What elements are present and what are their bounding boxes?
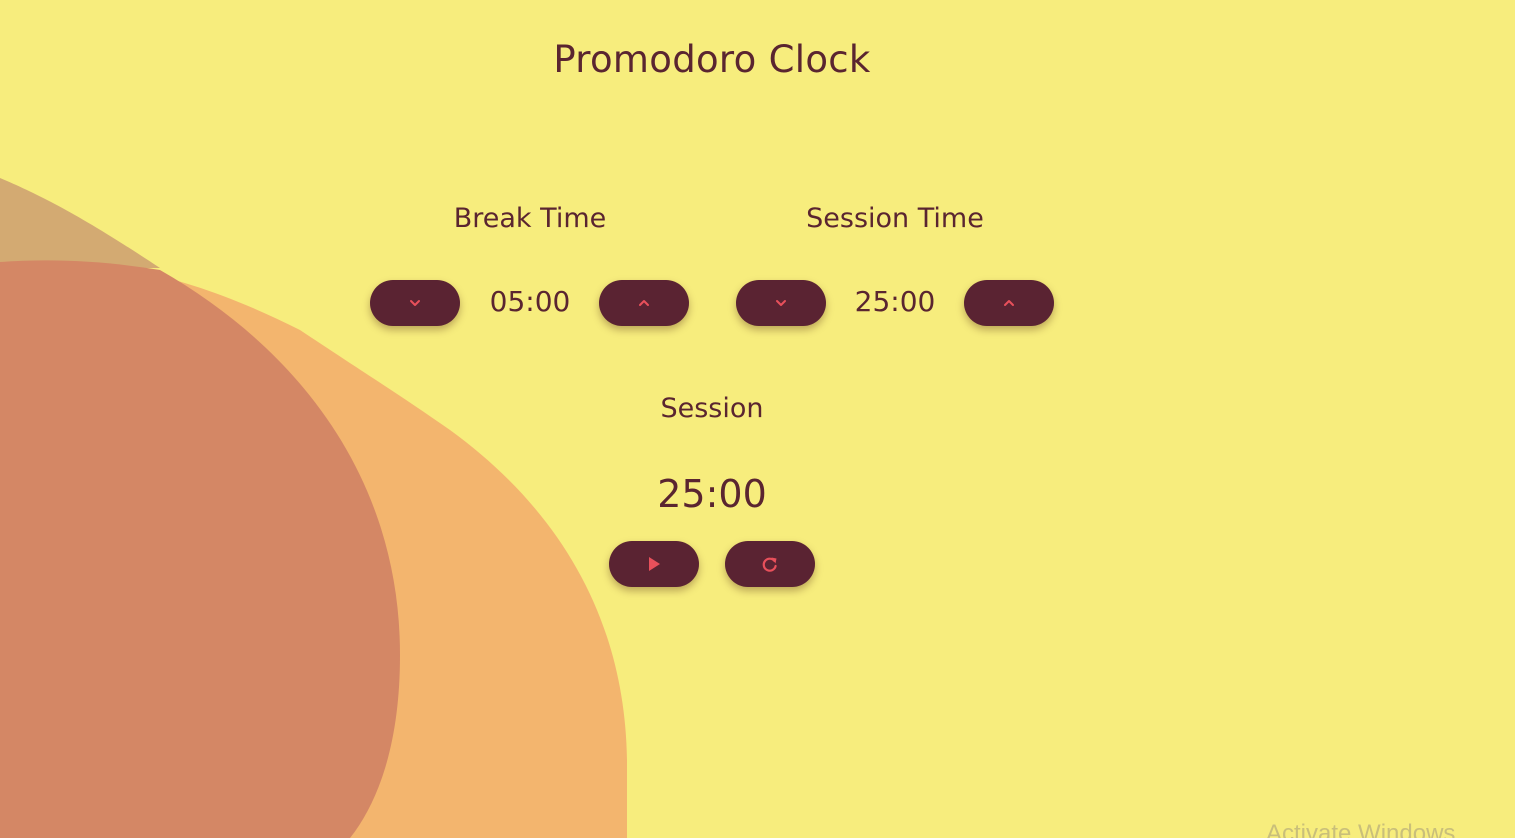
play-icon <box>649 557 660 571</box>
session-time-label: Session Time <box>806 203 984 234</box>
refresh-icon <box>762 557 777 572</box>
pomodoro-app: Promodoro Clock Break Time Session Time … <box>0 0 1515 838</box>
chevron-down-icon <box>776 300 786 306</box>
chevron-down-icon <box>410 300 420 306</box>
page-title: Promodoro Clock <box>553 38 871 81</box>
break-time-label: Break Time <box>453 203 607 234</box>
session-decrement-button[interactable] <box>736 280 826 326</box>
windows-activation-watermark: Activate Windows <box>1266 820 1456 838</box>
timer-label: Session <box>660 393 764 424</box>
break-decrement-button[interactable] <box>370 280 460 326</box>
start-button[interactable] <box>609 541 699 587</box>
timer-display: 25:00 <box>657 472 767 516</box>
reset-button[interactable] <box>725 541 815 587</box>
session-length-value: 25:00 <box>854 285 936 318</box>
break-increment-button[interactable] <box>599 280 689 326</box>
chevron-up-icon <box>1004 300 1014 306</box>
chevron-up-icon <box>639 300 649 306</box>
session-increment-button[interactable] <box>964 280 1054 326</box>
break-length-value: 05:00 <box>489 285 571 318</box>
